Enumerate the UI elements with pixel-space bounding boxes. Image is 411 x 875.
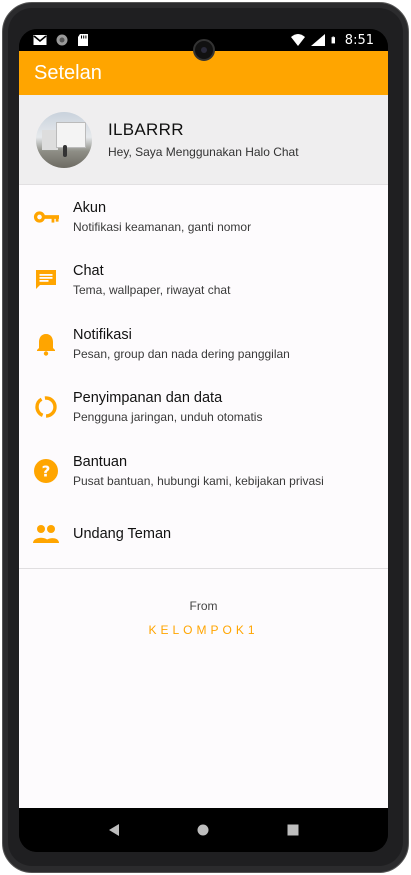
footer: From KELOMPOK1 xyxy=(19,599,388,637)
menu-item-text: Chat Tema, wallpaper, riwayat chat xyxy=(73,263,230,297)
help-icon: ? xyxy=(33,458,59,484)
sync-icon xyxy=(56,34,68,46)
profile-header[interactable]: ILBARRR Hey, Saya Menggunakan Halo Chat xyxy=(19,95,388,185)
home-icon[interactable] xyxy=(193,820,213,840)
footer-brand: KELOMPOK1 xyxy=(148,623,259,637)
signal-icon xyxy=(310,34,325,46)
wifi-icon xyxy=(290,34,305,46)
menu-item-subtitle: Pengguna jaringan, unduh otomatis xyxy=(73,410,263,425)
menu-item-subtitle: Pusat bantuan, hubungi kami, kebijakan p… xyxy=(73,473,324,488)
status-left-icons xyxy=(33,34,91,46)
divider xyxy=(19,568,388,569)
sd-card-icon xyxy=(78,34,88,46)
device-screen: 8:51 Setelan ILBARRR Hey, Saya Menggunak… xyxy=(19,29,388,852)
menu-item-subtitle: Notifikasi keamanan, ganti nomor xyxy=(73,219,252,234)
recents-icon[interactable] xyxy=(283,820,303,840)
svg-text:?: ? xyxy=(42,462,51,480)
menu-item-title: Undang Teman xyxy=(73,526,172,543)
people-icon xyxy=(33,521,59,547)
menu-item-text: Penyimpanan dan data Pengguna jaringan, … xyxy=(73,390,262,424)
menu-item-penyimpanan[interactable]: Penyimpanan dan data Pengguna jaringan, … xyxy=(19,376,388,440)
data-usage-icon xyxy=(33,394,59,420)
menu-item-chat[interactable]: Chat Tema, wallpaper, riwayat chat xyxy=(19,249,388,313)
menu-item-text: Akun Notifikasi keamanan, ganti nomor xyxy=(73,200,251,234)
settings-content: ILBARRR Hey, Saya Menggunakan Halo Chat … xyxy=(19,95,388,808)
battery-icon xyxy=(331,36,335,44)
menu-item-title: Chat xyxy=(73,263,104,280)
menu-item-akun[interactable]: Akun Notifikasi keamanan, ganti nomor xyxy=(19,185,388,249)
menu-item-title: Notifikasi xyxy=(73,326,132,343)
menu-item-undang-teman[interactable]: Undang Teman xyxy=(19,503,388,567)
menu-item-title: Bantuan xyxy=(73,453,128,470)
menu-item-title: Penyimpanan dan data xyxy=(73,390,223,407)
menu-item-title: Akun xyxy=(73,199,107,216)
page-title: Setelan xyxy=(34,61,102,84)
menu-item-notifikasi[interactable]: Notifikasi Pesan, group dan nada dering … xyxy=(19,312,388,376)
settings-menu: Akun Notifikasi keamanan, ganti nomor Ch… xyxy=(19,185,388,566)
front-camera xyxy=(193,39,215,61)
profile-text: ILBARRR Hey, Saya Menggunakan Halo Chat xyxy=(108,120,299,159)
profile-status: Hey, Saya Menggunakan Halo Chat xyxy=(108,145,299,159)
profile-name: ILBARRR xyxy=(108,120,184,139)
bell-icon xyxy=(33,331,59,357)
key-icon xyxy=(33,204,59,230)
menu-item-subtitle: Tema, wallpaper, riwayat chat xyxy=(73,283,231,298)
avatar[interactable] xyxy=(36,111,92,168)
menu-item-text: Notifikasi Pesan, group dan nada dering … xyxy=(73,327,290,361)
clock: 8:51 xyxy=(344,32,374,48)
footer-from: From xyxy=(189,599,218,613)
menu-item-bantuan[interactable]: ? Bantuan Pusat bantuan, hubungi kami, k… xyxy=(19,439,388,503)
menu-item-subtitle: Pesan, group dan nada dering panggilan xyxy=(73,346,290,361)
back-icon[interactable] xyxy=(104,820,124,840)
navigation-bar xyxy=(19,808,388,852)
gmail-icon xyxy=(33,35,47,45)
menu-item-text: Undang Teman xyxy=(73,526,171,542)
status-right-icons: 8:51 xyxy=(290,32,374,48)
chat-icon xyxy=(33,267,59,293)
menu-item-text: Bantuan Pusat bantuan, hubungi kami, keb… xyxy=(73,454,324,488)
